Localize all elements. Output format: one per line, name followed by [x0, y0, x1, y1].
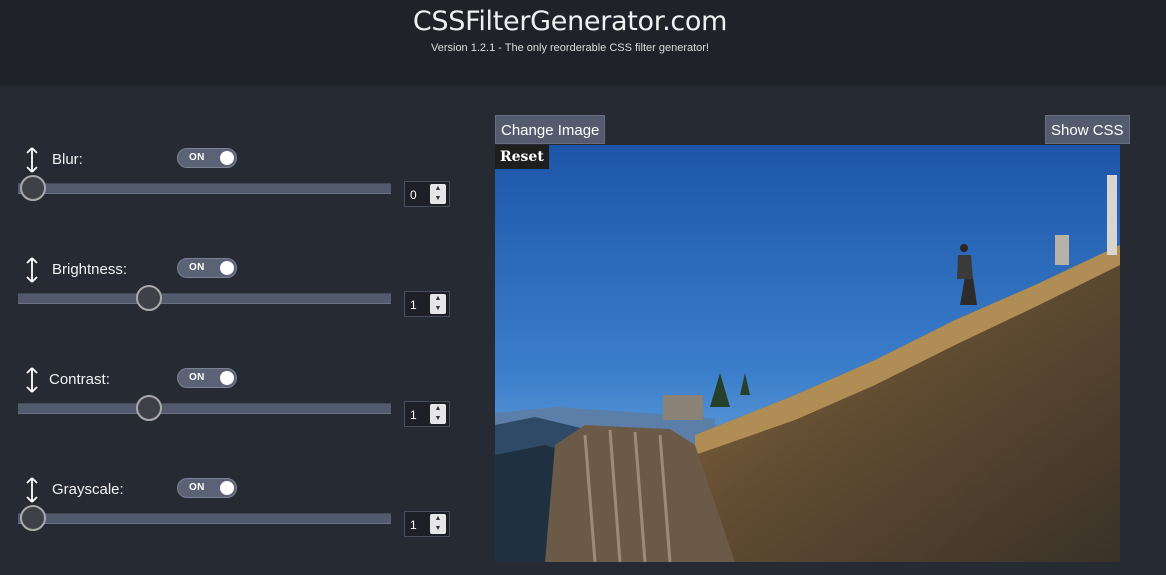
site-subtitle: Version 1.2.1 - The only reorderable CSS…: [430, 42, 709, 54]
preview-image: [495, 145, 1120, 562]
chevron-up-icon[interactable]: ▲: [430, 514, 446, 524]
filter-slider[interactable]: [18, 183, 391, 194]
filter-toggle[interactable]: ON: [177, 148, 237, 168]
toggle-knob: [220, 371, 234, 385]
up-down-arrow-icon[interactable]: [24, 367, 40, 393]
toggle-state: ON: [189, 372, 205, 383]
slider-thumb[interactable]: [19, 505, 46, 531]
toggle-knob: [220, 261, 234, 275]
value-text: 1: [410, 518, 417, 532]
filter-value-input[interactable]: 0 ▲ ▼: [404, 181, 450, 207]
filter-label: Blur:: [52, 151, 83, 168]
chevron-down-icon[interactable]: ▼: [430, 194, 446, 204]
filter-row-brightness: Brightness: ON 1 ▲ ▼: [0, 255, 460, 355]
site-header: CSSFilterGenerator.com Version 1.2.1 - T…: [0, 0, 1166, 86]
value-spinner[interactable]: ▲ ▼: [430, 514, 446, 534]
filter-row-blur: Blur: ON 0 ▲ ▼: [0, 145, 460, 245]
value-spinner[interactable]: ▲ ▼: [430, 294, 446, 314]
filter-toggle[interactable]: ON: [177, 258, 237, 278]
filter-label: Contrast:: [49, 371, 110, 388]
toggle-state: ON: [189, 262, 205, 273]
site-title: CSSFilterGenerator.com: [412, 6, 728, 37]
show-css-button[interactable]: Show CSS: [1045, 115, 1130, 144]
filter-row-contrast: Contrast: ON 1 ▲ ▼: [0, 365, 460, 465]
toggle-knob: [220, 481, 234, 495]
toggle-state: ON: [189, 482, 205, 493]
value-spinner[interactable]: ▲ ▼: [430, 184, 446, 204]
filter-label: Brightness:: [52, 261, 128, 278]
value-text: 0: [410, 188, 417, 202]
filter-slider[interactable]: [18, 513, 391, 524]
filter-value-input[interactable]: 1 ▲ ▼: [404, 401, 450, 427]
filter-toggle[interactable]: ON: [177, 478, 237, 498]
chevron-down-icon[interactable]: ▼: [430, 304, 446, 314]
filter-label: Grayscale:: [52, 481, 124, 498]
filter-toggle[interactable]: ON: [177, 368, 237, 388]
reset-button[interactable]: Reset: [495, 145, 549, 169]
slider-thumb[interactable]: [135, 285, 162, 311]
filter-slider[interactable]: [18, 403, 391, 414]
toggle-knob: [220, 151, 234, 165]
chevron-down-icon[interactable]: ▼: [430, 524, 446, 534]
slider-thumb[interactable]: [135, 395, 162, 421]
filter-slider[interactable]: [18, 293, 391, 304]
change-image-button[interactable]: Change Image: [495, 115, 606, 144]
toggle-state: ON: [189, 152, 205, 163]
slider-thumb[interactable]: [19, 175, 46, 201]
value-text: 1: [410, 298, 417, 312]
chevron-up-icon[interactable]: ▲: [430, 404, 446, 414]
chevron-up-icon[interactable]: ▲: [430, 184, 446, 194]
value-text: 1: [410, 408, 417, 422]
filter-row-grayscale: Grayscale: ON 1 ▲ ▼: [0, 475, 460, 575]
filter-value-input[interactable]: 1 ▲ ▼: [404, 511, 450, 537]
chevron-down-icon[interactable]: ▼: [430, 414, 446, 424]
up-down-arrow-icon[interactable]: [24, 477, 40, 503]
chevron-up-icon[interactable]: ▲: [430, 294, 446, 304]
up-down-arrow-icon[interactable]: [24, 147, 40, 173]
filter-value-input[interactable]: 1 ▲ ▼: [404, 291, 450, 317]
up-down-arrow-icon[interactable]: [24, 257, 40, 283]
value-spinner[interactable]: ▲ ▼: [430, 404, 446, 424]
